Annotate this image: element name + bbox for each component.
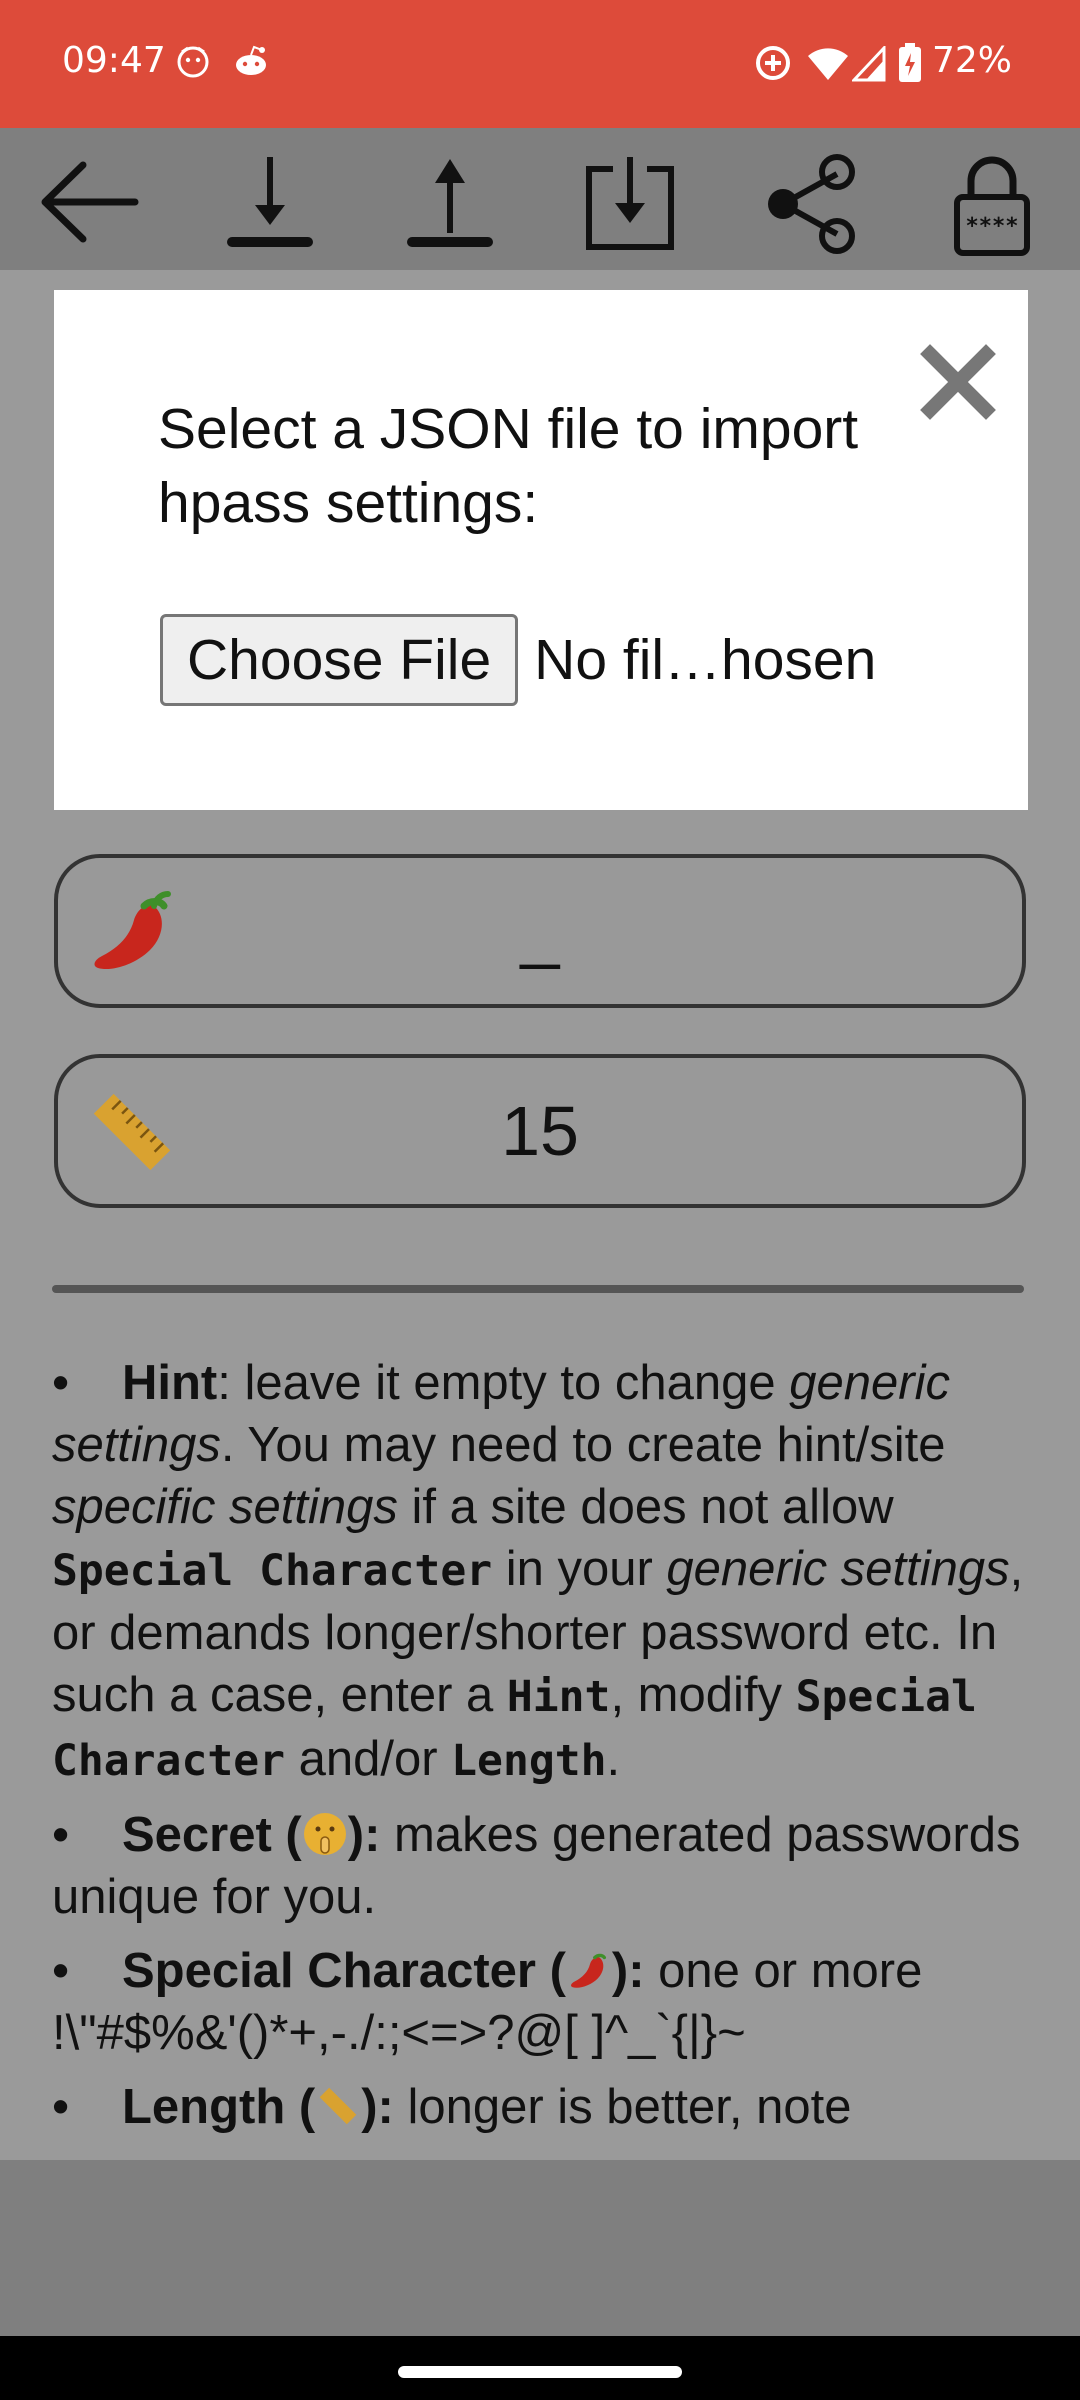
back-button[interactable] xyxy=(30,142,150,262)
length-value: 15 xyxy=(501,1092,579,1170)
share-button[interactable] xyxy=(750,142,870,262)
wifi-icon xyxy=(808,48,848,80)
chili-pepper-icon xyxy=(570,1953,606,1988)
shushing-face-icon xyxy=(303,1813,346,1855)
back-arrow-icon xyxy=(41,161,139,243)
upload-button[interactable] xyxy=(390,142,510,262)
dialog-title: Select a JSON file to import hpass setti… xyxy=(158,397,859,535)
lock-icon: **** xyxy=(954,156,1030,256)
choose-file-button[interactable]: Choose File xyxy=(160,614,519,706)
status-bar: 09:47 72% xyxy=(0,0,1080,128)
import-button[interactable] xyxy=(570,142,690,262)
svg-text:****: **** xyxy=(966,214,1019,239)
special-character-value: _ xyxy=(520,892,560,970)
length-field[interactable]: 15 xyxy=(54,1054,1026,1208)
file-input: Choose File No fil…hosen xyxy=(160,614,876,706)
battery-charging-icon xyxy=(899,43,921,82)
notification-smiley-icon xyxy=(177,46,209,78)
help-item-hint: • Hint: leave it empty to change generic … xyxy=(52,1356,1024,1786)
signal-icon xyxy=(852,46,886,82)
help-item-length: • Length (): longer is better, note xyxy=(52,2080,852,2134)
home-gesture-handle[interactable] xyxy=(398,2366,682,2378)
upload-icon xyxy=(407,159,493,247)
battery-percent: 72% xyxy=(932,40,1013,81)
download-icon xyxy=(227,157,313,247)
divider xyxy=(52,1285,1024,1293)
share-icon xyxy=(768,154,855,254)
import-icon xyxy=(586,157,674,250)
download-button[interactable] xyxy=(210,142,330,262)
close-icon[interactable] xyxy=(920,344,996,420)
file-status: No fil…hosen xyxy=(534,628,877,692)
import-dialog xyxy=(54,290,1028,810)
toolbar: **** xyxy=(0,128,1080,270)
lock-button[interactable]: **** xyxy=(932,142,1052,262)
data-saver-icon xyxy=(756,46,790,80)
bottom-area xyxy=(0,2160,1080,2336)
ruler-icon xyxy=(319,2087,357,2125)
reddit-icon xyxy=(236,45,266,75)
help-list: • Hint: leave it empty to change generic … xyxy=(52,1352,1032,2150)
special-character-field[interactable]: _ xyxy=(54,854,1026,1008)
help-item-secret: • Secret (): makes generated passwords un… xyxy=(52,1808,1021,1924)
status-time: 09:47 xyxy=(62,40,166,81)
help-item-special-character: • Special Character (): one or more !\"#$… xyxy=(52,1944,923,2060)
